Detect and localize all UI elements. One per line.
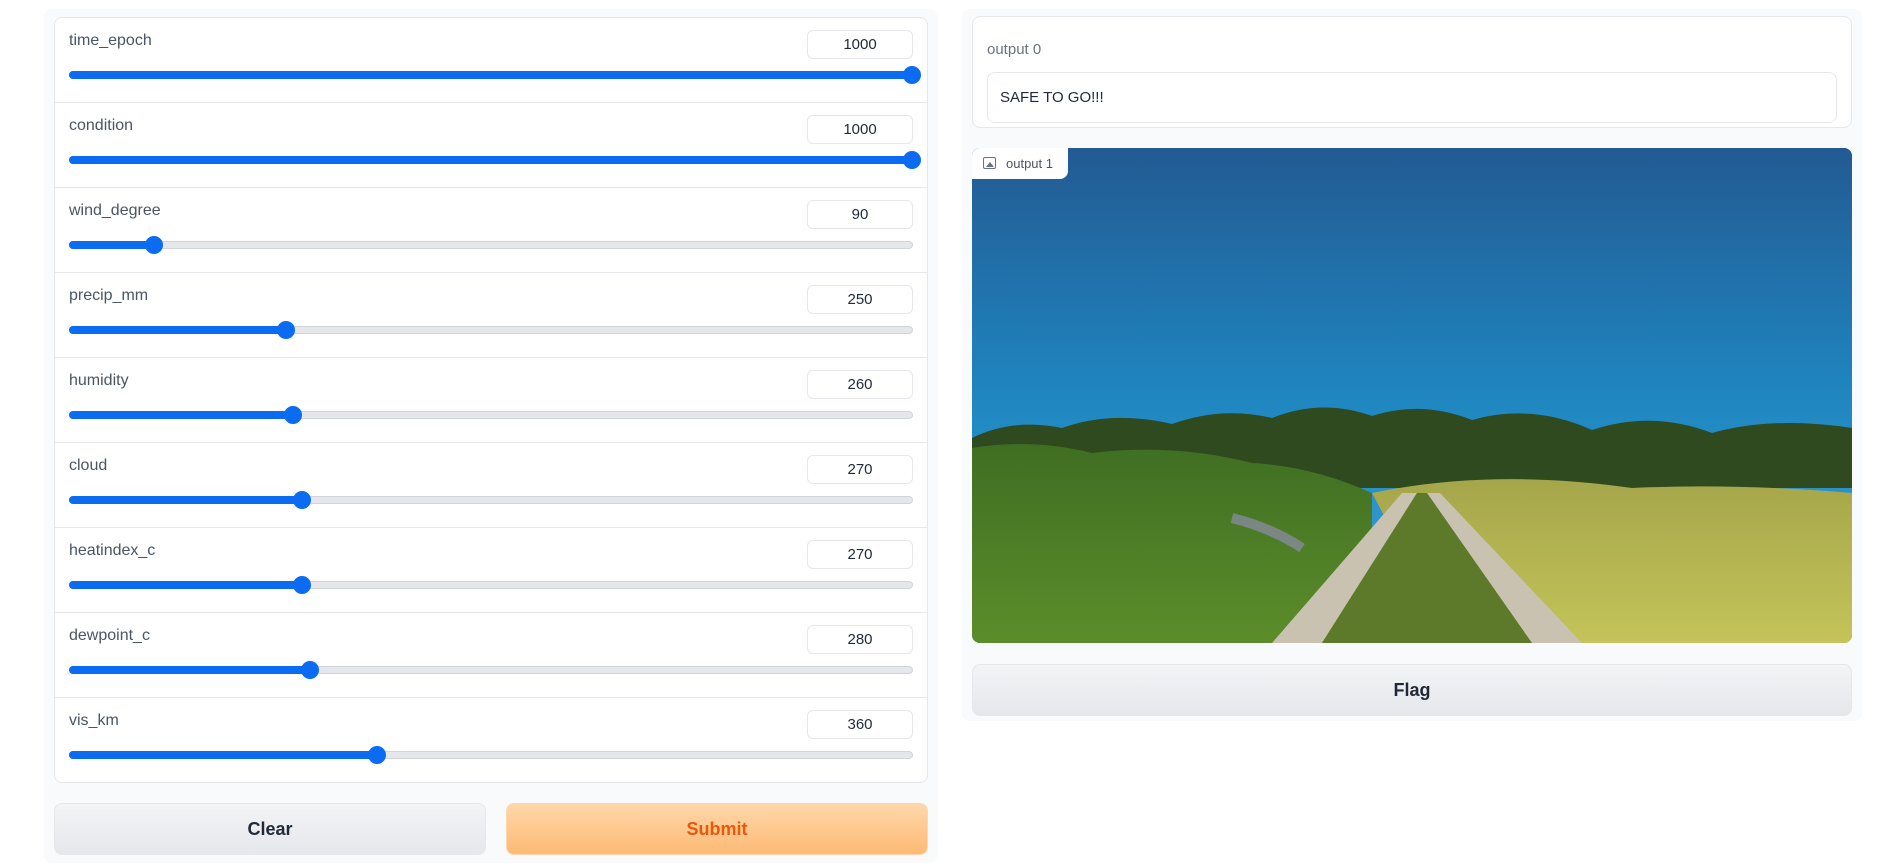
output-1-label: output 1 [1006,156,1053,171]
slider-label: wind_degree [69,202,161,219]
slider-fill [69,326,288,334]
slider-fill [69,751,379,759]
slider-label: time_epoch [69,32,152,49]
slider-label: cloud [69,457,108,474]
slider-value-input[interactable]: 360 [807,710,913,739]
output-0-panel: output 0 SAFE TO GO!!! [972,16,1852,128]
slider-time-epoch: time_epoch 1000 [55,18,927,103]
slider-track[interactable] [69,236,913,254]
slider-track[interactable] [69,321,913,339]
slider-humidity: humidity 260 [55,358,927,443]
output-0-label: output 0 [987,41,1042,58]
output-0-textbox[interactable]: SAFE TO GO!!! [987,72,1837,123]
slider-thumb[interactable] [284,406,303,424]
output-1-label-badge: output 1 [972,148,1068,179]
slider-label: condition [69,117,134,134]
flag-button[interactable]: Flag [972,664,1852,716]
slider-label: vis_km [69,712,119,729]
slider-fill [69,496,304,504]
slider-value-input[interactable]: 1000 [807,30,913,59]
slider-fill [69,666,311,674]
slider-track[interactable] [69,406,913,424]
slider-thumb[interactable] [293,576,312,594]
slider-thumb[interactable] [903,151,921,169]
clear-button[interactable]: Clear [54,803,486,855]
slider-cloud: cloud 270 [55,443,927,528]
slider-fill [69,411,295,419]
slider-fill [69,156,913,164]
slider-value-input[interactable]: 260 [807,370,913,399]
slider-fill [69,241,156,249]
slider-dewpoint-c: dewpoint_c 280 [55,613,927,698]
slider-wind-degree: wind_degree 90 [55,188,927,273]
slider-track[interactable] [69,576,913,594]
slider-label: humidity [69,372,129,389]
output-1-image: output 1 [972,148,1852,643]
output-column: output 0 SAFE TO GO!!! output 1 Flag [962,9,1862,721]
slider-precip-mm: precip_mm 250 [55,273,927,358]
slider-thumb[interactable] [300,661,319,679]
slider-track[interactable] [69,661,913,679]
slider-label: precip_mm [69,287,149,304]
slider-track[interactable] [69,491,913,509]
slider-value-input[interactable]: 90 [807,200,913,229]
slider-panel: time_epoch 1000 condition 1000 wind_degr… [54,17,928,783]
slider-value-input[interactable]: 250 [807,285,913,314]
slider-value-input[interactable]: 270 [807,455,913,484]
slider-value-input[interactable]: 270 [807,540,913,569]
submit-button[interactable]: Submit [506,803,928,855]
slider-label: dewpoint_c [69,627,150,644]
slider-label: heatindex_c [69,542,156,559]
slider-condition: condition 1000 [55,103,927,188]
slider-fill [69,581,304,589]
landscape-image [972,148,1852,643]
slider-thumb[interactable] [903,66,921,84]
slider-heatindex-c: heatindex_c 270 [55,528,927,613]
slider-thumb[interactable] [368,746,387,764]
slider-track[interactable] [69,66,921,84]
slider-track[interactable] [69,151,921,169]
slider-thumb[interactable] [145,236,164,254]
slider-thumb[interactable] [277,321,296,339]
slider-value-input[interactable]: 1000 [807,115,913,144]
slider-vis-km: vis_km 360 [55,698,927,782]
slider-fill [69,71,913,79]
input-column: time_epoch 1000 condition 1000 wind_degr… [44,9,938,863]
image-icon [983,157,996,169]
slider-track[interactable] [69,746,913,764]
slider-thumb[interactable] [293,491,312,509]
slider-value-input[interactable]: 280 [807,625,913,654]
